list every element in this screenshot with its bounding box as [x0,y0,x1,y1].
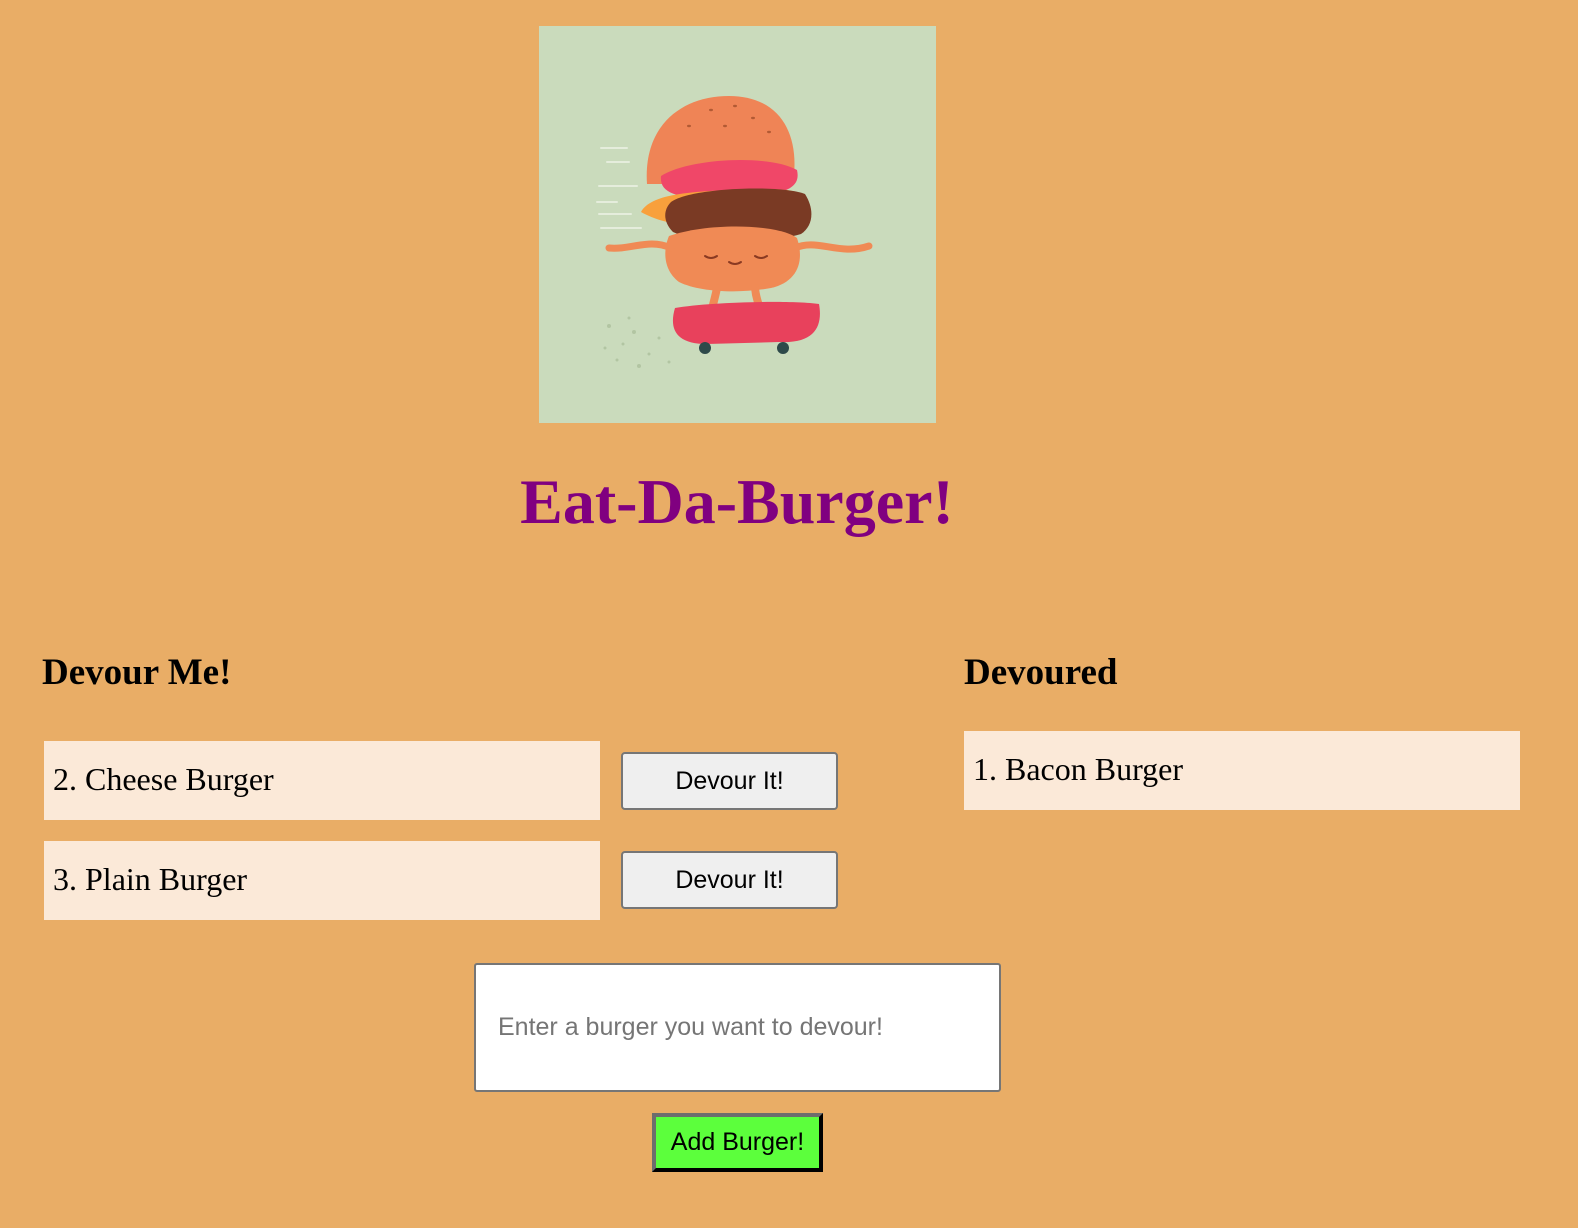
page-title: Eat-Da-Burger! [520,466,954,537]
devour-me-heading: Devour Me! [42,652,232,693]
hero-burger-image [539,26,936,423]
burger-list-item: 2. Cheese Burger [44,741,600,820]
devoured-burger-name: 1. Bacon Burger [973,751,1184,787]
burger-name: 2. Cheese Burger [53,761,274,797]
burger-name: 3. Plain Burger [53,861,248,897]
devour-it-button[interactable]: Devour It! [621,851,838,909]
devoured-list-item: 1. Bacon Burger [964,731,1520,810]
add-burger-button[interactable]: Add Burger! [652,1113,823,1172]
burger-list-item: 3. Plain Burger [44,841,600,920]
devour-it-button[interactable]: Devour It! [621,752,838,810]
burger-illustration [539,26,936,423]
burger-name-input[interactable] [474,963,1001,1092]
devoured-heading: Devoured [964,652,1118,693]
